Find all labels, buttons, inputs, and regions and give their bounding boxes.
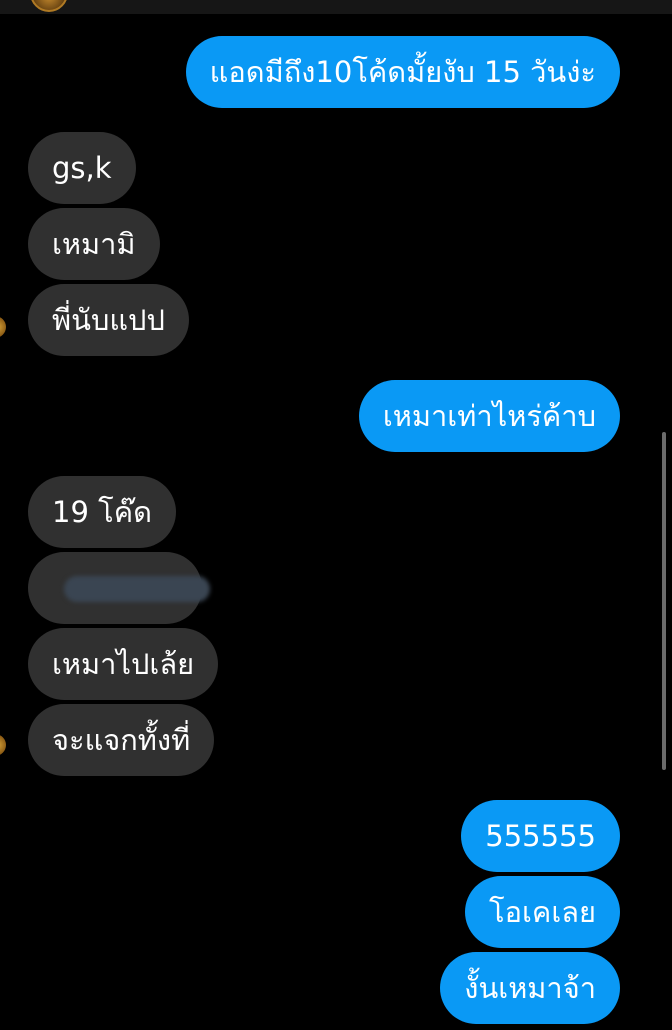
sent-message[interactable]: เหมาเท่าไหร่ค้าบ <box>358 380 620 452</box>
received-message[interactable]: เหมาไปเล้ย <box>28 628 219 700</box>
redacted-message[interactable] <box>28 552 210 624</box>
message-text: แอดมีถึง10โค้ดมั้ยงับ 15 วันง่ะ <box>209 55 596 89</box>
message-text: gs,k <box>52 151 112 185</box>
sent-message[interactable]: แอดมีถึง10โค้ดมั้ยงับ 15 วันง่ะ <box>185 36 620 108</box>
message-text: 19 โค๊ด <box>52 495 152 529</box>
header-strip <box>0 0 672 14</box>
received-message[interactable]: gs,k <box>28 132 136 204</box>
received-message[interactable]: 19 โค๊ด <box>28 476 176 548</box>
message-text: งั้นเหมาจ้า <box>464 971 596 1005</box>
message-text: 555555 <box>485 819 596 853</box>
contact-avatar-icon[interactable] <box>0 734 6 756</box>
scrollbar[interactable] <box>662 432 666 770</box>
message-text: เหมาไปเล้ย <box>52 647 195 681</box>
sent-message[interactable]: โอเคเลย <box>465 876 620 948</box>
received-message[interactable]: เหมามิ <box>28 208 160 280</box>
redacted-content <box>64 576 210 602</box>
message-text: เหมาเท่าไหร่ค้าบ <box>382 399 596 433</box>
received-message[interactable]: จะแจกทั้งที่ <box>28 704 215 776</box>
message-text: พี่นับแปป <box>52 303 165 337</box>
sent-message[interactable]: งั้นเหมาจ้า <box>440 952 620 1024</box>
message-text: เหมามิ <box>52 227 136 261</box>
contact-avatar-icon[interactable] <box>30 0 68 12</box>
received-message[interactable]: พี่นับแปป <box>28 284 189 356</box>
sent-message[interactable]: 555555 <box>461 800 620 872</box>
message-text: โอเคเลย <box>489 895 596 929</box>
message-text: จะแจกทั้งที่ <box>52 723 191 757</box>
contact-avatar-icon[interactable] <box>0 316 6 338</box>
